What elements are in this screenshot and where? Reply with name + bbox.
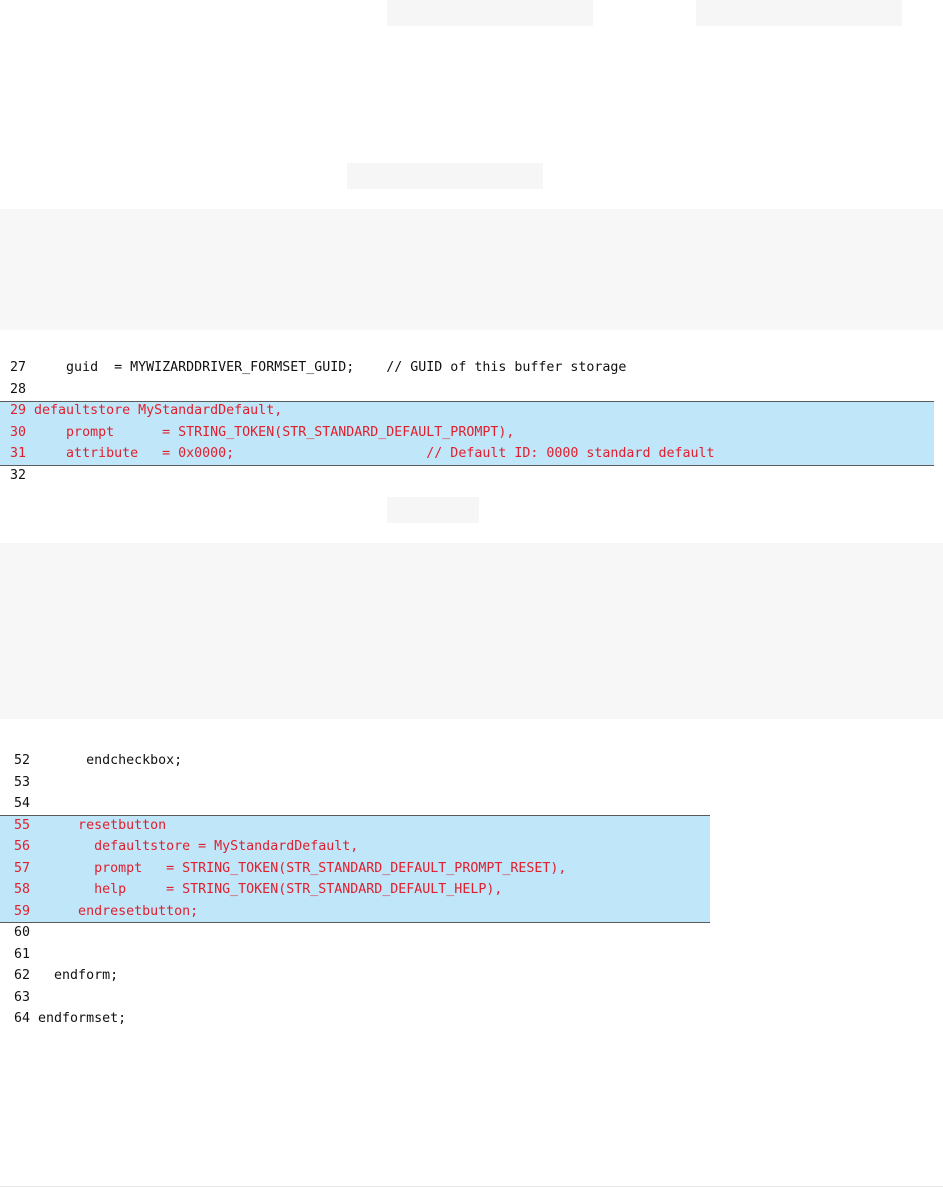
code-line: 64 endformset;: [14, 1008, 714, 1030]
code-text: help = STRING_TOKEN(STR_STANDARD_DEFAULT…: [38, 882, 503, 897]
page-divider: [0, 1186, 943, 1187]
line-number: 30: [10, 424, 27, 440]
code-line: 54: [14, 793, 714, 815]
code-line-highlighted: 30 prompt = STRING_TOKEN(STR_STANDARD_DE…: [10, 422, 935, 444]
code-line: 61: [14, 944, 714, 966]
line-number: 28: [10, 381, 27, 397]
code-text: prompt = STRING_TOKEN(STR_STANDARD_DEFAU…: [38, 860, 567, 876]
line-number: 55: [14, 817, 31, 833]
code-line-highlighted: 55 resetbutton: [14, 815, 714, 837]
line-number: 54: [14, 796, 31, 811]
code-line: 27 guid = MYWIZARDDRIVER_FORMSET_GUID; /…: [10, 357, 935, 379]
code-block-placeholder: [0, 543, 943, 719]
code-text: guid = MYWIZARDDRIVER_FORMSET_GUID; // G…: [34, 360, 627, 375]
line-number: 53: [14, 774, 31, 790]
code-text: attribute = 0x0000; // Default ID: 0000 …: [34, 446, 715, 462]
code-line: 62 endform;: [14, 965, 714, 987]
code-line: 32: [10, 465, 935, 487]
code-text: endresetbutton;: [38, 903, 199, 919]
line-number: 58: [14, 882, 31, 897]
line-number: 63: [14, 989, 31, 1005]
code-text: prompt = STRING_TOKEN(STR_STANDARD_DEFAU…: [34, 424, 515, 440]
code-text: endformset;: [38, 1011, 127, 1026]
code-snippet-2: 52 endcheckbox; 53 54 55 resetbutton 56 …: [14, 750, 714, 1030]
line-number: 62: [14, 968, 31, 983]
inline-code-placeholder: [387, 0, 593, 26]
code-line-highlighted: 56 defaultstore = MyStandardDefault,: [14, 836, 714, 858]
line-number: 60: [14, 925, 31, 940]
code-line-highlighted: 31 attribute = 0x0000; // Default ID: 00…: [10, 443, 935, 465]
line-number: 61: [14, 946, 31, 962]
code-line-highlighted: 57 prompt = STRING_TOKEN(STR_STANDARD_DE…: [14, 858, 714, 880]
code-line: 63: [14, 987, 714, 1009]
code-line: 52 endcheckbox;: [14, 750, 714, 772]
line-number: 56: [14, 839, 31, 854]
line-number: 31: [10, 446, 27, 462]
code-line-highlighted: 58 help = STRING_TOKEN(STR_STANDARD_DEFA…: [14, 879, 714, 901]
code-text: defaultstore = MyStandardDefault,: [38, 839, 359, 854]
code-snippet-1: 27 guid = MYWIZARDDRIVER_FORMSET_GUID; /…: [10, 357, 935, 487]
code-line: 53: [14, 772, 714, 794]
code-text: defaultstore MyStandardDefault,: [34, 403, 283, 419]
code-text: endform;: [38, 968, 119, 983]
line-number: 57: [14, 860, 31, 876]
line-number: 32: [10, 467, 27, 483]
code-line: 28: [10, 379, 935, 401]
line-number: 27: [10, 360, 27, 375]
line-number: 64: [14, 1011, 31, 1026]
line-number: 52: [14, 753, 31, 768]
code-line: 60: [14, 922, 714, 944]
line-number: 29: [10, 403, 27, 419]
inline-code-placeholder: [387, 497, 479, 523]
line-number: 59: [14, 903, 31, 919]
code-text: endcheckbox;: [38, 753, 183, 768]
inline-code-placeholder: [696, 0, 902, 26]
code-block-placeholder: [0, 209, 943, 330]
code-text: resetbutton: [38, 817, 167, 833]
code-line-highlighted: 59 endresetbutton;: [14, 901, 714, 923]
inline-code-placeholder: [347, 163, 543, 189]
code-line-highlighted: 29 defaultstore MyStandardDefault,: [10, 400, 935, 422]
